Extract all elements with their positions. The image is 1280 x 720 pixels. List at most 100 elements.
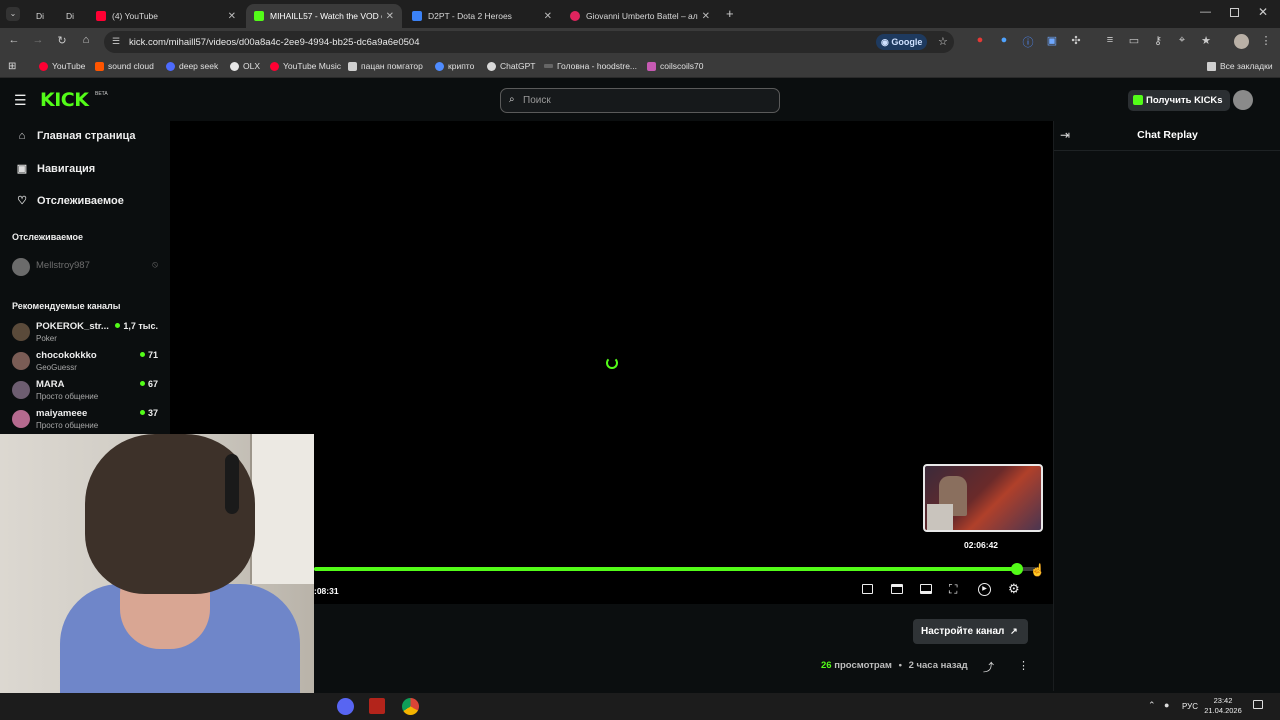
taskbar-app-discord-icon[interactable] (337, 698, 354, 715)
tab-label: D2PT - Dota 2 Heroes (428, 11, 512, 21)
loading-spinner-icon (606, 357, 618, 369)
browser-toolbar: ← → ↻ ⌂ ☰ kick.com/mihaill57/videos/d00a… (0, 28, 1280, 56)
close-icon[interactable]: ✕ (386, 11, 394, 22)
miniplayer-icon[interactable] (862, 584, 873, 594)
language-indicator[interactable]: РУС (1182, 702, 1198, 711)
profile-avatar[interactable] (1234, 34, 1249, 49)
channel-item[interactable]: POKEROK_str... Poker 1,7 тыс. (12, 321, 162, 349)
clip-icon[interactable] (891, 584, 903, 594)
bookmark-chatgpt[interactable]: ChatGPT (487, 61, 535, 71)
seek-bar-handle[interactable] (1011, 563, 1024, 575)
sidebar: ⌂ Главная страница ▣ Навигация ♡ Отслеживае… (0, 121, 170, 434)
search-input[interactable]: ⌕ Поиск (500, 88, 780, 113)
maximize-icon[interactable] (1230, 8, 1239, 17)
site-info-icon[interactable]: ☰ (112, 36, 120, 47)
taskbar-app-dota-icon[interactable] (369, 698, 385, 714)
tab-pinned-2[interactable]: Di (58, 4, 86, 28)
bookmark-hoodstreet[interactable]: Головна - hoodstre... (544, 61, 637, 71)
settings-gear-icon[interactable]: ⚙ (1008, 581, 1020, 597)
crypto-icon (435, 61, 444, 71)
extension-translate-icon[interactable]: ▣ (1044, 34, 1060, 47)
share-icon[interactable]: ⤴ (983, 659, 994, 675)
tab-kick-vod[interactable]: MIHAILL57 - Watch the VOD o ✕ (246, 4, 402, 28)
thumbnail-webcam (927, 504, 953, 530)
channel-item[interactable]: MARA Просто общение 67 (12, 379, 162, 407)
home-icon[interactable]: ⌂ (78, 34, 94, 46)
get-kicks-button[interactable]: Получить KICKs (1128, 90, 1230, 111)
soundcloud-icon (95, 61, 104, 71)
bookmark-soundcloud[interactable]: sound cloud (95, 61, 154, 71)
menu-kebab-icon[interactable]: ⋮ (1258, 34, 1274, 47)
seek-bar[interactable] (314, 563, 1039, 575)
nav-following[interactable]: ♡ Отслеживаемое (16, 194, 124, 208)
clock[interactable]: 23:42 21.04.2026 (1198, 696, 1248, 716)
theater-mode-icon[interactable] (920, 584, 932, 594)
nav-browse-label: Навигация (37, 162, 96, 175)
new-tab-icon[interactable]: + (726, 6, 734, 21)
close-icon[interactable]: ✕ (228, 11, 236, 22)
tab-d2pt[interactable]: D2PT - Dota 2 Heroes ✕ (404, 4, 560, 28)
nav-home[interactable]: ⌂ Главная страница (16, 130, 136, 142)
notifications-icon[interactable] (1253, 700, 1263, 709)
channel-item[interactable]: maiyameee Просто общение 37 (12, 408, 162, 436)
extension-red-icon[interactable]: ● (972, 34, 988, 46)
forward-icon[interactable]: → (30, 34, 46, 46)
bookmark-olx[interactable]: OLX (230, 61, 260, 71)
location-icon[interactable]: ⌖ (1174, 34, 1190, 47)
views-label: просмотрам (834, 660, 892, 671)
reload-icon[interactable]: ↻ (54, 34, 70, 47)
kick-icon (254, 11, 264, 21)
favorites-icon[interactable]: ★ (1198, 34, 1214, 47)
hamburger-menu-icon[interactable]: ☰ (14, 92, 27, 109)
extension-blue-icon[interactable]: ● (996, 34, 1012, 46)
upload-age: 2 часа назад (908, 660, 968, 671)
extensions-puzzle-icon[interactable]: ✣ (1068, 34, 1084, 47)
bookmark-coilscoils[interactable]: coilscoils70 (647, 61, 703, 71)
reading-list-icon[interactable]: ≡ (1102, 34, 1118, 46)
minimize-icon[interactable]: — (1200, 6, 1211, 18)
bookmark-label: пацан помгатор (361, 61, 423, 71)
tray-chevron-icon[interactable]: ⌃ (1148, 700, 1156, 711)
fullscreen-icon[interactable]: ⛶ (949, 582, 957, 597)
following-channel[interactable]: Mellstroy987 ⦸ (12, 258, 162, 286)
close-icon[interactable]: ✕ (702, 11, 710, 22)
password-key-icon[interactable]: ⚷ (1150, 34, 1166, 47)
back-icon[interactable]: ← (6, 34, 22, 46)
bookmark-youtube[interactable]: YouTube (39, 61, 85, 71)
tray-microphone-icon[interactable]: ● (1164, 700, 1169, 710)
all-bookmarks[interactable]: Все закладки (1207, 61, 1273, 71)
google-lens-chip[interactable]: ◉ Google (876, 34, 928, 50)
deepseek-icon (166, 61, 175, 71)
viewer-count-value: 37 (147, 408, 158, 418)
more-options-icon[interactable]: ⋮ (1018, 659, 1029, 672)
apps-grid-icon[interactable]: ⊞ (8, 61, 16, 72)
bookmark-crypto[interactable]: крипто (435, 61, 474, 71)
tab-search-icon[interactable]: ⌄ (6, 7, 20, 21)
webcam-headphones (225, 454, 239, 514)
nav-browse[interactable]: ▣ Навигация (16, 162, 96, 176)
kick-logo-text: KICK (40, 89, 89, 111)
tab-giovanni[interactable]: Giovanni Umberto Battel – аль ✕ (562, 4, 718, 28)
external-link-icon: ↗ (1010, 626, 1018, 636)
extension-info-icon[interactable]: ⓘ (1020, 34, 1036, 50)
address-bar[interactable]: ☰ kick.com/mihaill57/videos/d00a8a4c-2ee… (104, 31, 954, 53)
bookmark-deepseek[interactable]: deep seek (166, 61, 218, 71)
user-avatar[interactable] (1233, 90, 1253, 110)
youtube-icon (96, 11, 106, 21)
taskbar-app-chrome-icon[interactable] (402, 698, 419, 715)
tab-youtube[interactable]: (4) YouTube ✕ (88, 4, 244, 28)
close-icon[interactable]: ✕ (544, 11, 552, 22)
window-close-icon[interactable]: ✕ (1258, 5, 1268, 19)
bookmark-star-icon[interactable]: ☆ (938, 35, 948, 48)
playback-speed-icon[interactable]: ▶ (978, 583, 991, 596)
youtube-music-icon (270, 61, 279, 71)
tab-pinned-1[interactable]: Di (28, 4, 56, 28)
configure-channel-button[interactable]: Настройте канал ↗ (913, 619, 1028, 644)
viewer-count-value: 71 (147, 350, 158, 360)
kick-logo[interactable]: KICK BETA (40, 89, 108, 111)
tab-search-toolbar-icon[interactable]: ▭ (1126, 34, 1142, 47)
channel-item[interactable]: chocokokkko GeoGuessr 71 (12, 350, 162, 378)
bookmark-youtube-music[interactable]: YouTube Music (270, 61, 341, 71)
webcam-door (250, 434, 314, 584)
bookmark-patsan[interactable]: пацан помгатор (348, 61, 423, 71)
